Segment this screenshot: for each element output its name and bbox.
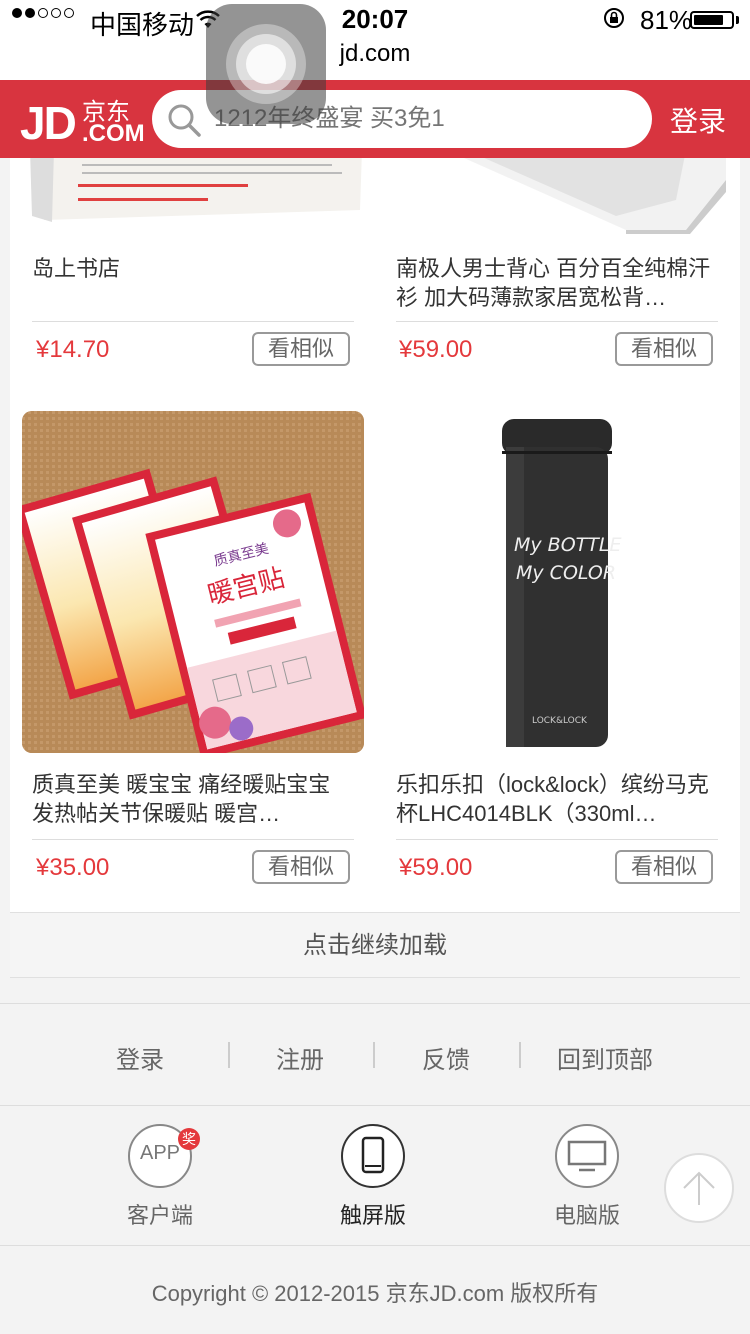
clock-time: 20:07 [341,4,409,34]
bottle-brand: LOCK&LOCK [532,716,588,726]
product-price: ¥35.00 [36,854,110,881]
status-bar: 中国移动 20:07 81% [0,0,750,40]
divider [32,839,354,840]
product-name[interactable]: 乐扣乐扣（lock&lock）缤纷马克杯LHC4014BLK（330ml… [396,770,718,828]
product-image[interactable]: 质真至美 暖宫贴 [22,411,364,753]
similar-button[interactable]: 看相似 [615,850,713,884]
touch-version-label: 触屏版 [339,1203,406,1228]
app-client-label: 客户端 [126,1203,193,1228]
divider [0,1105,750,1106]
copyright-text: Copyright © 2012-2015 京东JD.com 版权所有 [151,1281,599,1306]
product-price: ¥59.00 [399,854,473,881]
similar-button[interactable]: 看相似 [252,332,350,366]
divider [32,321,354,322]
footer-link-register[interactable]: 注册 [276,1040,324,1075]
login-button[interactable]: 登录 [670,100,726,140]
divider [228,1042,230,1068]
reward-badge: 奖 [178,1128,200,1150]
load-more-button[interactable]: 点击继续加载 [10,912,740,978]
battery-tip [736,16,739,24]
url-text[interactable]: jd.com [340,40,411,67]
divider [396,839,718,840]
phone-icon [341,1124,405,1188]
arrow-up-icon [683,1171,715,1205]
similar-button[interactable]: 看相似 [252,850,350,884]
product-grid: 岛上书店 ¥14.70 看相似 南极人男士背心 百分百全纯棉汗衫 加大码薄款家居… [10,158,740,912]
logo-jd: JD [20,97,77,149]
logo-com: .COM [82,120,145,147]
bottle-text-line1: My BOTTLE [514,534,621,556]
pc-version-label: 电脑版 [553,1203,620,1228]
product-price: ¥14.70 [36,336,110,363]
product-name[interactable]: 质真至美 暖宝宝 痛经暖贴宝宝 发热帖关节保暖贴 暖宫… [32,770,354,828]
footer-link-login[interactable]: 登录 [116,1040,164,1075]
product-price: ¥59.00 [399,336,473,363]
rotation-lock-icon [602,6,626,37]
footer-link-back-to-top[interactable]: 回到顶部 [557,1040,653,1075]
url-bar[interactable]: jd.com [0,40,750,80]
battery-icon [690,11,734,29]
product-image[interactable]: My BOTTLE My COLOR LOCK&LOCK [386,411,728,753]
divider [373,1042,375,1068]
divider [396,321,718,322]
search-icon [166,102,202,143]
divider [0,1003,750,1004]
product-name[interactable]: 南极人男士背心 百分百全纯棉汗衫 加大码薄款家居宽松背… [396,254,718,312]
bottle-text-line2: My COLOR [516,562,616,584]
assistive-touch-button[interactable] [206,4,326,124]
desktop-icon [555,1124,619,1188]
footer-links: 登录 注册 反馈 回到顶部 [0,1038,750,1074]
product-name[interactable]: 岛上书店 [32,254,354,312]
similar-button[interactable]: 看相似 [615,332,713,366]
back-to-top-button[interactable] [664,1153,734,1223]
divider [0,1245,750,1246]
divider [519,1042,521,1068]
footer-link-feedback[interactable]: 反馈 [422,1040,470,1075]
battery-percent: 81% [640,5,693,35]
jd-header: JD 京东 .COM 登录 [0,80,750,158]
